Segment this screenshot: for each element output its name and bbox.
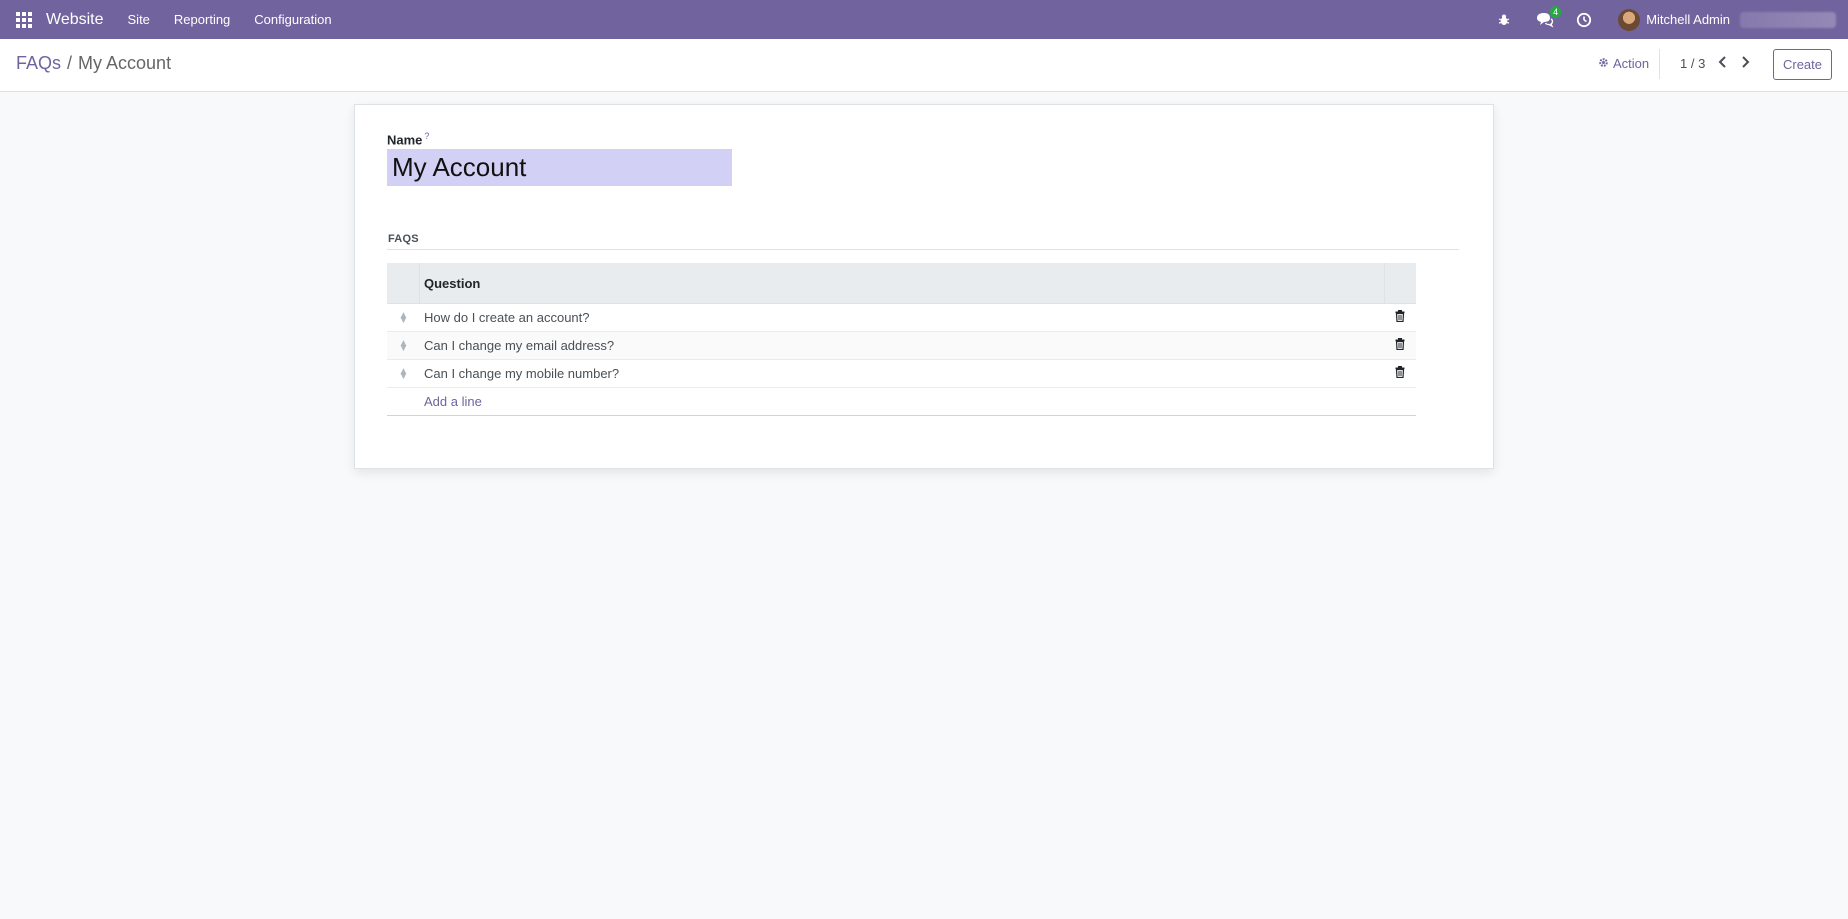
question-cell[interactable]: Can I change my email address? (420, 338, 1384, 353)
chat-icon[interactable]: 4 (1536, 5, 1562, 28)
action-button[interactable]: Action (1598, 56, 1649, 71)
faqs-section-title: FAQS (388, 233, 419, 245)
clock-icon[interactable] (1576, 12, 1592, 28)
trash-icon[interactable] (1384, 365, 1416, 383)
faqs-table: Question ▲ ▼ How do I create an account? … (387, 263, 1416, 416)
drag-handle-icon[interactable]: ▲ ▼ (387, 338, 420, 353)
help-tooltip-icon[interactable]: ? (424, 131, 429, 141)
question-cell[interactable]: Can I change my mobile number? (420, 366, 1384, 381)
add-line-link[interactable]: Add a line (424, 394, 482, 409)
control-divider (1659, 49, 1660, 79)
trash-icon[interactable] (1384, 337, 1416, 355)
menu-site[interactable]: Site (128, 12, 150, 27)
control-panel: FAQs / My Account Action 1 / 3 Create (0, 39, 1848, 92)
messages-badge: 4 (1550, 5, 1562, 18)
table-row[interactable]: ▲ ▼ Can I change my mobile number? (387, 360, 1416, 388)
trash-icon[interactable] (1384, 309, 1416, 327)
drag-handle-icon[interactable]: ▲ ▼ (387, 310, 420, 325)
question-cell[interactable]: How do I create an account? (420, 310, 1384, 325)
chevron-left-icon[interactable] (1716, 55, 1730, 71)
table-body: ▲ ▼ How do I create an account? ▲ ▼ Can I … (387, 304, 1416, 416)
gear-icon (1598, 56, 1609, 71)
table-row[interactable]: ▲ ▼ Can I change my email address? (387, 332, 1416, 360)
column-header-question[interactable]: Question (420, 276, 1384, 291)
action-label: Action (1613, 56, 1650, 71)
menu-reporting[interactable]: Reporting (174, 12, 230, 27)
name-field[interactable] (387, 149, 732, 186)
breadcrumb-separator: / (67, 53, 73, 73)
drag-handle-icon[interactable]: ▲ ▼ (387, 366, 420, 381)
form-sheet: Name? FAQS Question ▲▼ How do I create a… (354, 104, 1494, 469)
top-navbar: Website Site Reporting Configuration 4 M… (0, 0, 1848, 39)
apps-grid-icon[interactable] (16, 11, 32, 28)
name-label: Name? (387, 131, 429, 147)
add-line-row: Add a line (387, 388, 1416, 416)
pager-value[interactable]: 1 / 3 (1680, 56, 1705, 71)
user-name[interactable]: Mitchell Admin (1646, 12, 1730, 27)
database-name-blurred (1740, 11, 1836, 28)
table-header: Question (387, 263, 1416, 304)
breadcrumb: FAQs / My Account (16, 53, 171, 74)
create-button[interactable]: Create (1773, 49, 1832, 80)
avatar[interactable] (1618, 8, 1641, 31)
table-row[interactable]: ▲ ▼ How do I create an account? (387, 304, 1416, 332)
bug-icon[interactable] (1496, 12, 1512, 28)
app-brand[interactable]: Website (46, 11, 104, 29)
name-label-text: Name (387, 132, 423, 148)
breadcrumb-faqs[interactable]: FAQs (16, 53, 61, 73)
menu-configuration[interactable]: Configuration (254, 12, 331, 27)
breadcrumb-current: My Account (78, 53, 172, 73)
navbar-systray: 4 Mitchell Admin (1484, 0, 1848, 39)
section-divider (387, 249, 1459, 250)
action-column-header (1384, 263, 1416, 303)
chevron-right-icon[interactable] (1738, 55, 1752, 71)
handle-column-header (387, 263, 420, 303)
